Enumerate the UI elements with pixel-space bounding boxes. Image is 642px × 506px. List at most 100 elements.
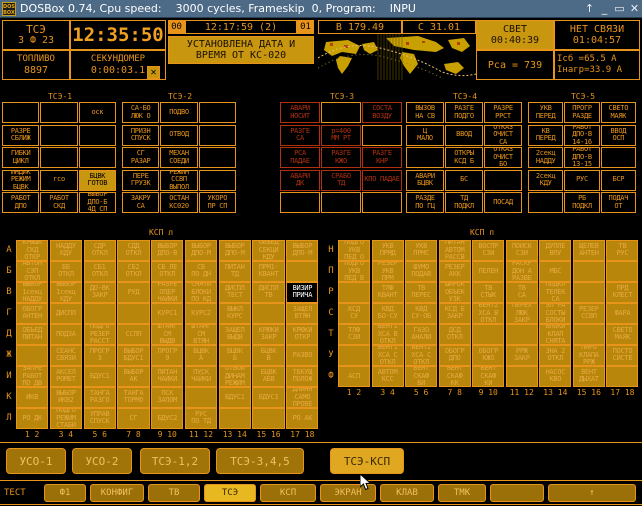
tse-cell[interactable] <box>40 147 78 168</box>
tse-cell[interactable]: РАЗГЕ СА <box>280 124 320 146</box>
ksp-cell[interactable]: ЗНА 2 ОТКЛ <box>539 345 572 366</box>
ksp-cell[interactable]: ТВ СА <box>505 282 538 303</box>
tse-cell[interactable] <box>40 124 78 146</box>
ksp-cell[interactable]: РЕЗЕР ССВП <box>572 303 605 324</box>
page-button[interactable]: ТСЭ-1,2 <box>140 448 210 474</box>
tse-cell[interactable]: СОСТА ВОЗДУ <box>362 102 402 123</box>
tse-cell[interactable]: УКВ ПЕРЕД <box>528 102 564 123</box>
ksp-cell[interactable] <box>572 282 605 303</box>
ksp-cell[interactable] <box>472 324 505 345</box>
ksp-cell[interactable]: ВЫБОР БДУС1 <box>117 345 150 366</box>
ksp-cell[interactable]: ОБЪЕД СЕКЦИ КДУ <box>252 240 285 261</box>
ksp-cell[interactable]: ТЛФ СЗИ <box>338 324 371 345</box>
ksp-cell[interactable]: КВД СУ-ОБ <box>405 303 438 324</box>
tse-cell[interactable]: АВАРИ НОСИТ <box>280 102 320 123</box>
ksp-cell[interactable]: БЦВК А <box>184 345 218 366</box>
ksp-cell[interactable]: ВЫБОР ИКВ2 <box>49 387 83 408</box>
ksp-cell[interactable] <box>83 303 116 324</box>
tse-cell[interactable] <box>40 102 78 123</box>
tse-cell[interactable] <box>321 102 361 123</box>
tse-cell[interactable]: БСР <box>600 169 636 191</box>
test-button[interactable]: ЭКРАН <box>320 484 376 502</box>
test-button[interactable]: ТВ <box>148 484 200 502</box>
tse-cell[interactable]: РУС <box>564 169 600 191</box>
tse-cell[interactable]: РАБОТ ДПО <box>2 192 40 213</box>
ksp-cell[interactable]: РО ДК <box>16 408 49 429</box>
ksp-cell[interactable]: ШТАНГ СМ ВТЯН <box>184 324 218 345</box>
ksp-cell[interactable]: ВЕНТ2 ХСА В ОТКЛ <box>472 303 505 324</box>
ksp-cell[interactable]: ПОДГО РЕЖИМ СТАБИ <box>49 408 83 429</box>
tse-cell[interactable]: ТД ПОДКЛ <box>445 192 483 213</box>
ksp-cell[interactable]: НАДДУ КДУ <box>49 240 83 261</box>
ksp-cell[interactable] <box>184 387 218 408</box>
tse-cell[interactable]: ПРОГР РАЗДЕ <box>564 102 600 123</box>
ksp-cell[interactable]: ПУСК ЧАЙКИ <box>184 366 218 387</box>
ksp-cell[interactable]: СБ ЛЕ ОТКЛ <box>151 261 184 282</box>
ksp-cell[interactable]: СЕАНС СВЯЗИ <box>49 345 83 366</box>
ksp-cell[interactable] <box>218 408 251 429</box>
tse-cell[interactable]: р=400 ММ РТ <box>321 124 361 146</box>
tse-cell[interactable]: ОТКАЗ ОЧИСТ БО <box>484 147 522 168</box>
ksp-cell[interactable]: ПЕРЕХ ЛЮК ЗАКР <box>505 303 538 324</box>
ksp-cell[interactable]: РУД <box>117 282 150 303</box>
ksp-cell[interactable]: ТАНГА РАЗГО <box>83 387 116 408</box>
ksp-cell[interactable]: ПОДГО УКВ ПЕД В <box>338 261 371 282</box>
ksp-cell[interactable]: ОБОГР ДПО <box>438 345 471 366</box>
ksp-cell[interactable]: СБ1 ОТКЛ <box>83 261 116 282</box>
page-button[interactable]: УСО-2 <box>72 448 132 474</box>
ksp-cell[interactable]: ДО-ВК ЗАКР <box>83 282 116 303</box>
tse-cell[interactable]: СВЕТО МАЯК <box>600 102 636 123</box>
ksp-cell[interactable]: СГ <box>117 408 150 429</box>
ksp-cell[interactable]: СБ ПО ДН <box>184 261 218 282</box>
tse-cell[interactable] <box>198 169 236 191</box>
tse-cell[interactable]: СА-БО ЛЮК О <box>122 102 160 123</box>
tse-cell[interactable]: РАЗРЕ РРСТ <box>484 102 522 123</box>
ksp-cell[interactable]: КУРС2 <box>184 303 218 324</box>
ksp-cell[interactable]: ОБОГР АНТЕН <box>16 303 49 324</box>
ksp-cell[interactable] <box>572 261 605 282</box>
ksp-cell[interactable]: РАЗВО <box>286 345 319 366</box>
tse-cell[interactable]: ПРИЗН СПУСК <box>122 124 160 146</box>
tse-cell[interactable]: ЗАКРУ СА <box>122 192 160 213</box>
window-close-icon[interactable]: ✕ <box>627 2 642 15</box>
ksp-cell[interactable]: ПОДГО УКВ ПЕД О <box>338 240 371 261</box>
tse-cell[interactable] <box>198 147 236 168</box>
ksp-cell[interactable]: СВЕТО МАЯК <box>606 324 639 345</box>
tse-cell[interactable]: ОСТАН КС020 <box>160 192 198 213</box>
ksp-cell[interactable]: ДИСПЛ ТЕСТ <box>218 282 251 303</box>
ksp-cell[interactable] <box>606 366 639 387</box>
ksp-cell[interactable]: НАСОС КВО <box>539 366 572 387</box>
ksp-cell[interactable] <box>117 303 150 324</box>
test-button[interactable]: КСП <box>260 484 316 502</box>
page-button[interactable]: УСО-1 <box>6 448 66 474</box>
ksp-cell[interactable]: ПОДГО РЕЗЕР РАССТ <box>83 324 116 345</box>
ksp-cell[interactable]: УКВ ПРМД <box>371 240 404 261</box>
tse-cell[interactable] <box>2 102 40 123</box>
ksp-cell[interactable]: СНЯТИ БЛОКИ ПО КД <box>184 282 218 303</box>
ksp-cell[interactable]: ЗАПРЕ РАБОТ ПО ДВ <box>16 366 49 387</box>
ksp-cell[interactable] <box>505 324 538 345</box>
ksp-cell[interactable]: ВЕНТ СКАФ КК <box>438 366 471 387</box>
ksp-cell[interactable]: ВЕНТ2 ХСА С ОТКЛ <box>405 345 438 366</box>
ksp-cell[interactable]: РАЗРЕ ОПЕР ЧАЙКИ <box>151 282 184 303</box>
ksp-cell[interactable]: РЕЗЕР АКК <box>438 261 471 282</box>
test-button[interactable]: Ф1 <box>44 484 86 502</box>
tse-cell[interactable]: ГИБКИ ЦИКЛ <box>2 147 40 168</box>
ksp-cell[interactable]: СДД ОТКЛ <box>117 240 150 261</box>
stopwatch-close-button[interactable]: ✕ <box>147 66 160 79</box>
ksp-cell[interactable] <box>338 345 371 366</box>
tse-cell[interactable] <box>600 147 636 168</box>
tse-cell[interactable]: ВЫЗОВ НА СВ <box>406 102 444 123</box>
ksp-cell[interactable]: ТЕКУЩ ПОЛОЖ <box>286 366 319 387</box>
window-minimize-icon[interactable]: _ <box>597 2 612 15</box>
window-up-icon[interactable]: ↑ <box>582 2 597 15</box>
tse-cell[interactable]: АВАРИ БЦВК <box>406 169 444 191</box>
ksp-cell[interactable]: ВЕНТ СКАФ БИ <box>405 366 438 387</box>
ksp-cell[interactable]: ИКВ <box>16 387 49 408</box>
ksp-cell[interactable]: ПРОГР 9 <box>151 345 184 366</box>
ksp-cell[interactable]: БЛОКИ КЛАП СНЯТА <box>539 324 572 345</box>
ksp-cell[interactable]: СДР ОТКЛ <box>83 240 116 261</box>
page-button[interactable]: ТСЭ-3,4,5 <box>216 448 304 474</box>
ksp-cell[interactable]: КРЫШК СКД ОТКР <box>16 240 49 261</box>
ksp-cell[interactable]: ПРД КЛЕСТ <box>606 282 639 303</box>
